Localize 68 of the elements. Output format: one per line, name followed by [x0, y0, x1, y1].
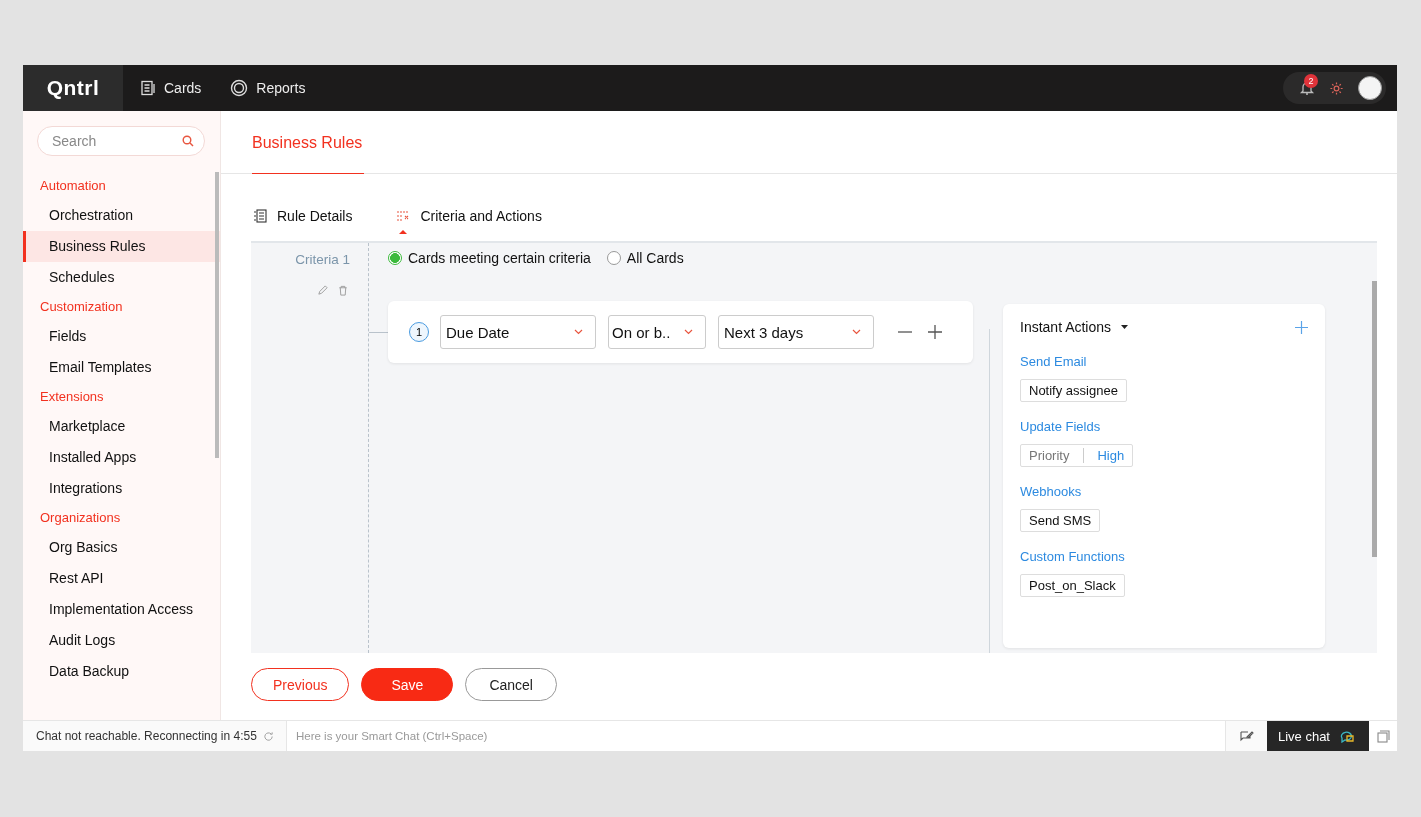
- chevron-down-icon: [684, 329, 693, 335]
- value-dropdown[interactable]: Next 3 days: [718, 315, 874, 349]
- chat-bubbles-icon: [1338, 729, 1355, 743]
- tab[interactable]: Criteria and Actions: [396, 198, 542, 234]
- sidebar-item[interactable]: Integrations: [23, 473, 220, 504]
- refresh-icon[interactable]: [262, 730, 274, 742]
- sidebar-item[interactable]: Fields: [23, 321, 220, 352]
- search-field[interactable]: Search: [37, 126, 205, 156]
- sidebar-item[interactable]: Data Backup: [23, 656, 220, 687]
- operator-dropdown[interactable]: On or b..: [608, 315, 706, 349]
- field-name: Priority: [1029, 448, 1085, 463]
- sidebar-item[interactable]: Orchestration: [23, 200, 220, 231]
- action-button[interactable]: Cancel: [465, 668, 557, 701]
- cards-icon: [140, 80, 156, 96]
- plus-icon[interactable]: [928, 325, 942, 339]
- caret-down-icon[interactable]: [1121, 325, 1129, 329]
- action-type-label: Webhooks: [1020, 484, 1083, 499]
- tab[interactable]: Rule Details: [253, 198, 353, 234]
- chevron-down-icon: [574, 329, 583, 335]
- action-type-label: Custom Functions: [1020, 549, 1126, 564]
- sidebar-item[interactable]: Installed Apps: [23, 442, 220, 473]
- sidebar-item[interactable]: Implementation Access: [23, 594, 220, 625]
- action-type-label: Update Fields: [1020, 419, 1102, 434]
- field-dropdown[interactable]: Due Date: [440, 315, 596, 349]
- avatar[interactable]: [1358, 76, 1382, 100]
- chat-status-text: Chat not reachable. Reconnecting in 4:55: [36, 729, 257, 743]
- nav-tab[interactable]: Reports: [213, 65, 318, 111]
- action-chip[interactable]: Notify assignee: [1020, 379, 1127, 402]
- criteria-label: Criteria 1: [295, 252, 350, 267]
- action-chip[interactable]: Post_on_Slack: [1020, 574, 1125, 597]
- sidebar-section-title: Extensions: [39, 388, 105, 406]
- search-icon: [182, 135, 194, 147]
- trash-icon[interactable]: [338, 285, 348, 296]
- sidebar-item[interactable]: Marketplace: [23, 411, 220, 442]
- page-title: Business Rules: [252, 134, 365, 174]
- list-icon: [253, 209, 267, 223]
- action-button[interactable]: Save: [361, 668, 454, 701]
- sidebar-item[interactable]: Business Rules: [23, 231, 220, 262]
- sidebar-section-title: Automation: [39, 177, 107, 195]
- windows-icon[interactable]: [1376, 729, 1390, 743]
- actions-title[interactable]: Instant Actions: [1020, 319, 1112, 335]
- sidebar-item[interactable]: Email Templates: [23, 352, 220, 383]
- sidebar-item[interactable]: Schedules: [23, 262, 220, 293]
- radio-button[interactable]: [606, 251, 621, 265]
- edit-icon[interactable]: [317, 285, 328, 296]
- nav-tab[interactable]: Cards: [123, 65, 214, 111]
- action-button[interactable]: Previous: [251, 668, 350, 701]
- live-chat-button[interactable]: Live chat: [1266, 721, 1369, 751]
- radio-button[interactable]: [388, 251, 402, 265]
- radio-option[interactable]: All Cards: [606, 250, 684, 266]
- settings-icon[interactable]: [1329, 80, 1344, 96]
- notification-badge: 2: [1304, 74, 1318, 88]
- condition-number: 1: [409, 322, 429, 342]
- sidebar-section-title: Customization: [39, 298, 124, 316]
- add-icon[interactable]: [1295, 320, 1308, 334]
- filter-lines-icon: [396, 210, 411, 222]
- radio-label: All Cards: [626, 250, 684, 266]
- sidebar-item[interactable]: Rest API: [23, 563, 220, 594]
- compose-icon[interactable]: [1238, 729, 1254, 743]
- action-type-label: Send Email: [1020, 354, 1088, 369]
- field-value: High: [1096, 448, 1125, 463]
- chevron-down-icon: [852, 329, 861, 335]
- donut-chart-icon: [230, 79, 249, 97]
- sidebar-item[interactable]: Org Basics: [23, 532, 220, 563]
- field-value-chip[interactable]: Priority High: [1020, 444, 1134, 467]
- sidebar-item[interactable]: Audit Logs: [23, 625, 220, 656]
- action-chip[interactable]: Send SMS: [1020, 509, 1101, 532]
- sidebar-section-title: Organizations: [39, 509, 122, 527]
